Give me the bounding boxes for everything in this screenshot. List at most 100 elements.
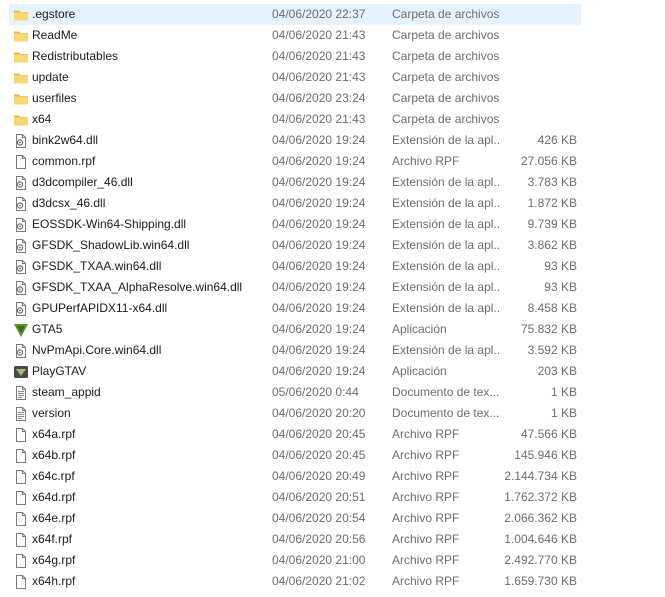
- file-row[interactable]: GTA5 04/06/2020 19:24 Aplicación 75.832 …: [9, 319, 581, 340]
- file-date: 04/06/2020 19:24: [272, 175, 366, 189]
- file-row[interactable]: GPUPerfAPIDX11-x64.dll 04/06/2020 19:24 …: [9, 298, 581, 319]
- file-date: 04/06/2020 19:24: [272, 364, 366, 378]
- file-size: 1.659.730 KB: [504, 574, 577, 588]
- file-name: x64e.rpf: [32, 511, 76, 525]
- file-size: 3.862 KB: [527, 238, 577, 252]
- file-date: 04/06/2020 21:00: [272, 553, 366, 567]
- file-type: Archivo RPF: [392, 469, 460, 483]
- file-row[interactable]: ReadMe 04/06/2020 21:43 Carpeta de archi…: [9, 25, 581, 46]
- file-row[interactable]: x64g.rpf 04/06/2020 21:00 Archivo RPF 2.…: [9, 550, 581, 571]
- file-row[interactable]: EOSSDK-Win64-Shipping.dll 04/06/2020 19:…: [9, 214, 581, 235]
- file-row[interactable]: x64f.rpf 04/06/2020 20:56 Archivo RPF 1.…: [9, 529, 581, 550]
- file-size: 1.872 KB: [527, 196, 577, 210]
- file-row[interactable]: x64a.rpf 04/06/2020 20:45 Archivo RPF 47…: [9, 424, 581, 445]
- file-name: x64f.rpf: [32, 532, 73, 546]
- file-name: GFSDK_TXAA.win64.dll: [32, 259, 162, 273]
- file-row[interactable]: x64b.rpf 04/06/2020 20:45 Archivo RPF 14…: [9, 445, 581, 466]
- file-size: 2.492.770 KB: [504, 553, 577, 567]
- file-row[interactable]: bink2w64.dll 04/06/2020 19:24 Extensión …: [9, 130, 581, 151]
- file-row[interactable]: .egstore 04/06/2020 22:37 Carpeta de arc…: [9, 4, 581, 25]
- file-date: 04/06/2020 21:43: [272, 49, 366, 63]
- file-row[interactable]: x64e.rpf 04/06/2020 20:54 Archivo RPF 2.…: [9, 508, 581, 529]
- file-type: Extensión de la apl...: [392, 217, 500, 231]
- folder-icon: [13, 49, 29, 65]
- file-date: 04/06/2020 19:24: [272, 322, 366, 336]
- file-row[interactable]: GFSDK_ShadowLib.win64.dll 04/06/2020 19:…: [9, 235, 581, 256]
- file-icon: [13, 154, 29, 170]
- file-date: 04/06/2020 20:54: [272, 511, 366, 525]
- file-name: x64b.rpf: [32, 448, 76, 462]
- file-name: NvPmApi.Core.win64.dll: [32, 343, 162, 357]
- dll-file-icon: [13, 301, 29, 317]
- file-row[interactable]: x64d.rpf 04/06/2020 20:51 Archivo RPF 1.…: [9, 487, 581, 508]
- file-type: Archivo RPF: [392, 490, 460, 504]
- dll-file-icon: [13, 217, 29, 233]
- file-row[interactable]: NvPmApi.Core.win64.dll 04/06/2020 19:24 …: [9, 340, 581, 361]
- file-row[interactable]: d3dcsx_46.dll 04/06/2020 19:24 Extensión…: [9, 193, 581, 214]
- file-type: Extensión de la apl...: [392, 343, 500, 357]
- file-date: 04/06/2020 20:49: [272, 469, 366, 483]
- file-type: Carpeta de archivos: [392, 49, 500, 63]
- file-name: PlayGTAV: [32, 364, 87, 378]
- file-date: 04/06/2020 19:24: [272, 196, 366, 210]
- file-row[interactable]: steam_appid 05/06/2020 0:44 Documento de…: [9, 382, 581, 403]
- file-row[interactable]: PlayGTAV 04/06/2020 19:24 Aplicación 203…: [9, 361, 581, 382]
- file-type: Aplicación: [392, 364, 447, 378]
- file-size: 75.832 KB: [520, 322, 577, 336]
- file-row[interactable]: x64 04/06/2020 21:43 Carpeta de archivos: [9, 109, 581, 130]
- file-date: 05/06/2020 0:44: [272, 385, 359, 399]
- file-size: 1.004.646 KB: [504, 532, 577, 546]
- file-row[interactable]: Redistributables 04/06/2020 21:43 Carpet…: [9, 46, 581, 67]
- file-type: Archivo RPF: [392, 532, 460, 546]
- file-name: x64a.rpf: [32, 427, 76, 441]
- file-date: 04/06/2020 19:24: [272, 301, 366, 315]
- file-row[interactable]: x64c.rpf 04/06/2020 20:49 Archivo RPF 2.…: [9, 466, 581, 487]
- file-row[interactable]: x64h.rpf 04/06/2020 21:02 Archivo RPF 1.…: [9, 571, 581, 592]
- file-type: Archivo RPF: [392, 154, 460, 168]
- file-name: GPUPerfAPIDX11-x64.dll: [32, 301, 168, 315]
- file-type: Archivo RPF: [392, 427, 460, 441]
- file-type: Documento de tex...: [392, 406, 500, 420]
- file-row[interactable]: common.rpf 04/06/2020 19:24 Archivo RPF …: [9, 151, 581, 172]
- file-name: GTA5: [32, 322, 63, 336]
- file-row[interactable]: userfiles 04/06/2020 23:24 Carpeta de ar…: [9, 88, 581, 109]
- file-type: Extensión de la apl...: [392, 301, 500, 315]
- file-size: 3.592 KB: [527, 343, 577, 357]
- file-row[interactable]: version 04/06/2020 20:20 Documento de te…: [9, 403, 581, 424]
- file-name: x64h.rpf: [32, 574, 76, 588]
- file-size: 2.066.362 KB: [504, 511, 577, 525]
- file-type: Archivo RPF: [392, 448, 460, 462]
- file-row[interactable]: update 04/06/2020 21:43 Carpeta de archi…: [9, 67, 581, 88]
- file-date: 04/06/2020 20:45: [272, 448, 366, 462]
- file-icon: [13, 427, 29, 443]
- file-name: common.rpf: [32, 154, 96, 168]
- file-row[interactable]: d3dcompiler_46.dll 04/06/2020 19:24 Exte…: [9, 172, 581, 193]
- dll-file-icon: [13, 196, 29, 212]
- file-date: 04/06/2020 20:45: [272, 427, 366, 441]
- file-type: Aplicación: [392, 322, 447, 336]
- file-date: 04/06/2020 19:24: [272, 280, 366, 294]
- file-date: 04/06/2020 22:37: [272, 7, 366, 21]
- file-size: 3.783 KB: [527, 175, 577, 189]
- file-size: 1 KB: [550, 385, 577, 399]
- file-type: Extensión de la apl...: [392, 259, 500, 273]
- file-date: 04/06/2020 20:51: [272, 490, 366, 504]
- file-date: 04/06/2020 21:43: [272, 112, 366, 126]
- file-row[interactable]: GFSDK_TXAA.win64.dll 04/06/2020 19:24 Ex…: [9, 256, 581, 277]
- file-name: userfiles: [32, 91, 77, 105]
- file-row[interactable]: GFSDK_TXAA_AlphaResolve.win64.dll 04/06/…: [9, 277, 581, 298]
- file-date: 04/06/2020 19:24: [272, 154, 366, 168]
- file-type: Carpeta de archivos: [392, 7, 500, 21]
- file-type: Archivo RPF: [392, 553, 460, 567]
- file-name: EOSSDK-Win64-Shipping.dll: [32, 217, 187, 231]
- file-type: Extensión de la apl...: [392, 175, 500, 189]
- file-name: ReadMe: [32, 28, 78, 42]
- file-date: 04/06/2020 19:24: [272, 133, 366, 147]
- file-name: GFSDK_TXAA_AlphaResolve.win64.dll: [32, 280, 243, 294]
- file-type: Extensión de la apl...: [392, 280, 500, 294]
- text-file-icon: [13, 406, 29, 422]
- file-date: 04/06/2020 19:24: [272, 238, 366, 252]
- file-size: 93 KB: [544, 259, 577, 273]
- folder-icon: [13, 112, 29, 128]
- dll-file-icon: [13, 175, 29, 191]
